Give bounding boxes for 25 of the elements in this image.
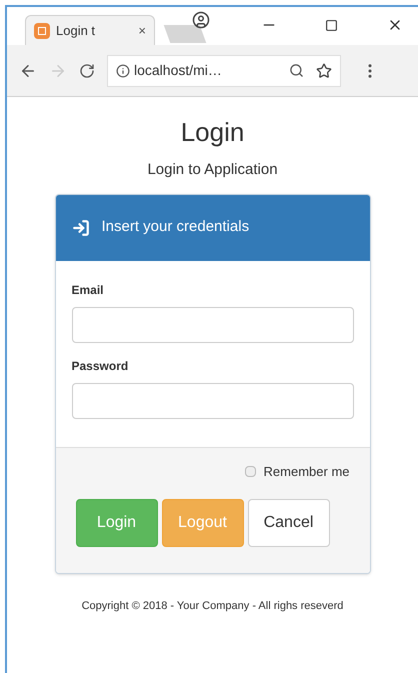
sign-in-icon — [72, 218, 90, 236]
maximize-icon[interactable] — [325, 19, 338, 32]
reload-icon[interactable] — [79, 62, 95, 78]
address-text: localhost/mi… — [134, 61, 222, 80]
tab-close-button[interactable]: × — [138, 20, 146, 40]
remember-checkbox[interactable] — [244, 466, 256, 477]
panel-heading: Insert your credentials — [102, 217, 250, 238]
input-field[interactable] — [72, 306, 354, 342]
remember-label: Remember me — [264, 462, 350, 480]
new-tab-button[interactable] — [164, 25, 206, 43]
zoom-icon[interactable] — [289, 63, 304, 78]
browser-tab[interactable]: Login t × — [25, 15, 155, 45]
page-subtitle: Login to Application — [147, 160, 278, 180]
page-title: Login — [180, 119, 244, 145]
input-field[interactable] — [72, 382, 354, 418]
copyright-text: Copyright © 2018 - Your Company - All righs reseverd — [82, 599, 344, 614]
bookmark-star-icon[interactable] — [316, 62, 332, 78]
form-button[interactable]: Cancel — [248, 499, 330, 547]
field-label: Password — [72, 358, 130, 374]
field-label: Email — [72, 282, 105, 298]
tab-title: Login t — [56, 22, 96, 40]
profile-icon[interactable] — [192, 11, 210, 29]
address-bar[interactable]: localhost/mi… — [107, 54, 341, 86]
info-icon — [116, 64, 130, 78]
app-logo-icon — [34, 22, 50, 38]
